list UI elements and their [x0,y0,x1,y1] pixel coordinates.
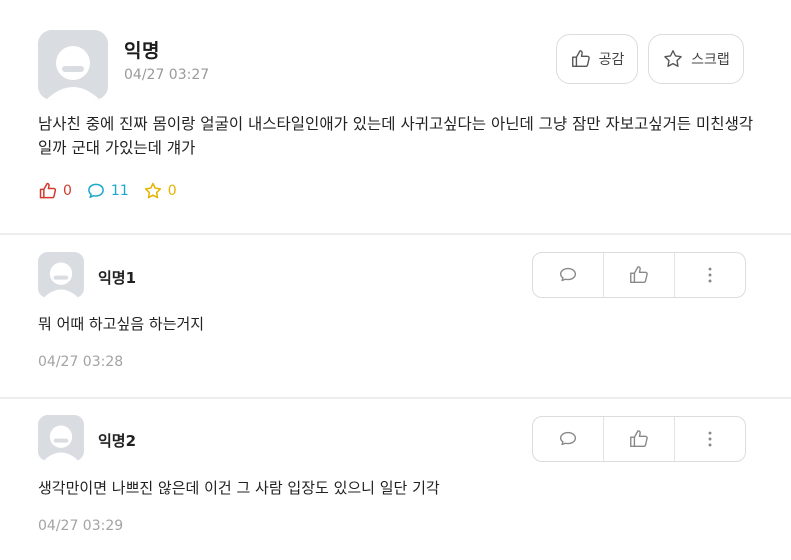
reply-button[interactable] [533,253,604,297]
reply-button[interactable] [533,417,604,461]
divider [0,397,791,399]
speech-bubble-icon [559,267,577,282]
thumbs-up-icon [630,430,648,448]
comment-author-name: 익명1 [98,269,137,287]
post-author-avatar [38,30,108,100]
thumbs-up-icon [571,50,590,68]
divider [0,233,791,235]
more-vertical-icon [708,267,712,283]
post-author-name: 익명 [124,40,160,62]
star-icon [144,182,161,199]
comment-actions [532,416,746,462]
like-count-value: 0 [63,183,72,199]
comment-body-text: 생각만이면 나쁘진 않은데 이건 그 사람 입장도 있으니 일단 기각 [38,479,440,497]
like-button-label: 공감 [598,52,625,68]
comment-author-avatar [38,252,84,298]
thumbs-up-icon [39,182,57,199]
more-vertical-icon [708,431,712,447]
scrap-count-value: 0 [167,183,177,199]
comment-body-text: 뭐 어때 하고싶음 하는거지 [38,315,205,333]
comment-timestamp: 04/27 03:29 [38,518,124,534]
thumbs-up-icon [630,266,648,284]
post-stats: 0 11 0 [38,180,191,202]
speech-bubble-icon [88,183,104,198]
comment-author-name: 익명2 [98,432,137,450]
comment-count-value: 11 [110,183,129,199]
speech-bubble-icon [559,431,577,446]
scrap-button-label: 스크랩 [691,52,730,68]
default-avatar-icon [38,252,84,298]
comment-like-button[interactable] [604,417,675,461]
star-icon [664,50,682,67]
more-options-button[interactable] [675,417,745,461]
post-body-text: 남사친 중에 진짜 몸이랑 얼굴이 내스타일인애가 있는데 사귀고싶다는 아닌데… [38,115,754,157]
comment-count: 11 [86,181,129,201]
comment-author-avatar [38,415,84,461]
more-options-button[interactable] [675,253,745,297]
default-avatar-icon [38,30,108,100]
comment-like-button[interactable] [604,253,675,297]
comment-actions [532,252,746,298]
default-avatar-icon [38,415,84,461]
comment-timestamp: 04/27 03:28 [38,354,124,370]
post-timestamp: 04/27 03:27 [124,67,210,83]
scrap-button[interactable]: 스크랩 [648,34,744,84]
scrap-count: 0 [143,181,177,201]
like-button[interactable]: 공감 [556,34,638,84]
like-count: 0 [38,181,72,201]
